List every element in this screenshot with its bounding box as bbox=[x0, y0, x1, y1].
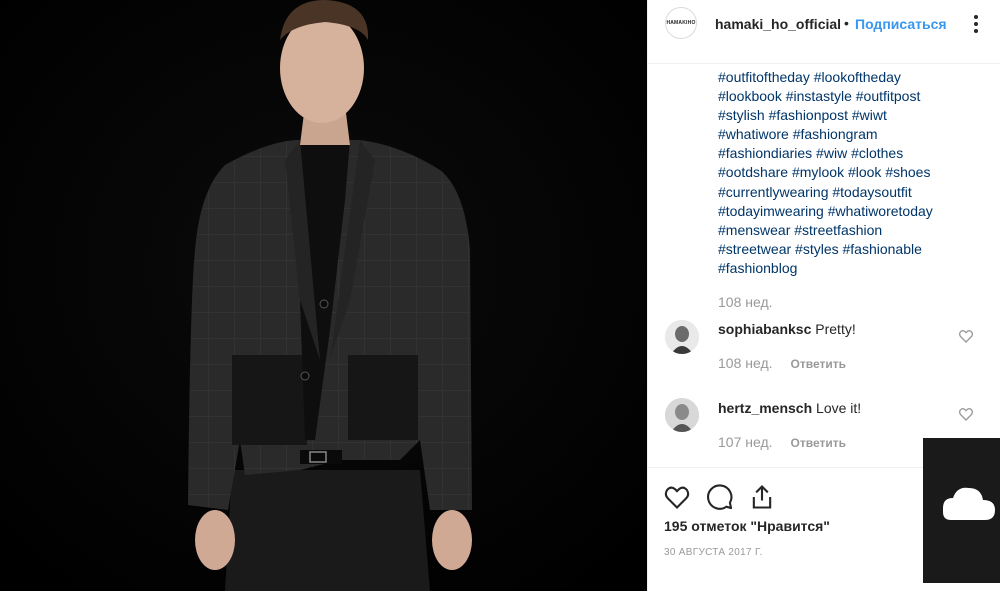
comment-timestamp[interactable]: 108 нед. bbox=[718, 355, 773, 371]
comment-row: hertz_mensch Love it! bbox=[718, 400, 861, 416]
more-dots-icon bbox=[974, 15, 978, 33]
comments-list[interactable]: #outfitoftheday #lookoftheday #lookbook … bbox=[648, 64, 1000, 466]
more-options-button[interactable] bbox=[964, 8, 988, 38]
avatar-image bbox=[665, 320, 699, 354]
hashtag-line[interactable]: #menswear #streetfashion bbox=[718, 221, 978, 240]
hashtag-line[interactable]: #stylish #fashionpost #wiwt bbox=[718, 106, 978, 125]
hashtag-line[interactable]: #fashionblog bbox=[718, 259, 978, 278]
avatar-text: HAMAKIHO bbox=[666, 20, 696, 26]
comment-username[interactable]: hertz_mensch bbox=[718, 400, 812, 416]
hashtag-line[interactable]: #outfitoftheday #lookoftheday bbox=[718, 68, 978, 87]
separator-dot: • bbox=[844, 15, 849, 31]
hashtag-line[interactable]: #ootdshare #mylook #look #shoes bbox=[718, 163, 978, 182]
heart-icon[interactable] bbox=[663, 483, 691, 511]
hashtag-line[interactable]: #lookbook #instastyle #outfitpost bbox=[718, 87, 978, 106]
comment-meta: 107 нед. Ответить bbox=[718, 434, 846, 450]
username-link[interactable]: hamaki_ho_official bbox=[715, 16, 841, 32]
comment-timestamp[interactable]: 107 нед. bbox=[718, 434, 773, 450]
share-icon[interactable] bbox=[748, 483, 776, 511]
comment-username[interactable]: sophiabanksc bbox=[718, 321, 811, 337]
avatar-image bbox=[665, 398, 699, 432]
hashtag-line[interactable]: #streetwear #styles #fashionable bbox=[718, 240, 978, 259]
heart-icon[interactable] bbox=[958, 328, 974, 344]
cloud-icon bbox=[943, 487, 995, 520]
cloud-overlay[interactable] bbox=[923, 438, 1000, 583]
avatar[interactable]: HAMAKIHO bbox=[665, 7, 697, 39]
post-header: HAMAKIHO hamaki_ho_official • Подписатьс… bbox=[648, 0, 1000, 64]
comment-avatar[interactable] bbox=[665, 320, 699, 354]
hashtag-line[interactable]: #whatiwore #fashiongram bbox=[718, 125, 978, 144]
heart-icon[interactable] bbox=[958, 406, 974, 422]
comment-text: Love it! bbox=[816, 400, 862, 416]
comment-text: Pretty! bbox=[815, 321, 856, 337]
caption-hashtags: #outfitoftheday #lookoftheday #lookbook … bbox=[718, 68, 978, 278]
comment-avatar[interactable] bbox=[665, 398, 699, 432]
hashtag-line[interactable]: #currentlywearing #todaysoutfit bbox=[718, 183, 978, 202]
follow-button[interactable]: Подписаться bbox=[855, 16, 947, 32]
comment-icon[interactable] bbox=[706, 483, 734, 511]
post-date[interactable]: 30 АВГУСТА 2017 Г. bbox=[664, 547, 763, 558]
model-photo-illustration bbox=[0, 0, 647, 591]
reply-button[interactable]: Ответить bbox=[791, 357, 846, 371]
comment-meta: 108 нед. Ответить bbox=[718, 355, 846, 371]
hashtag-line[interactable]: #fashiondiaries #wiw #clothes bbox=[718, 144, 978, 163]
caption-timestamp[interactable]: 108 нед. bbox=[718, 294, 773, 310]
comment-row: sophiabanksc Pretty! bbox=[718, 321, 856, 337]
reply-button[interactable]: Ответить bbox=[791, 436, 846, 450]
hashtag-line[interactable]: #todayimwearing #whatiworetoday bbox=[718, 202, 978, 221]
post-photo[interactable] bbox=[0, 0, 647, 591]
likes-count[interactable]: 195 отметок "Нравится" bbox=[664, 518, 830, 534]
